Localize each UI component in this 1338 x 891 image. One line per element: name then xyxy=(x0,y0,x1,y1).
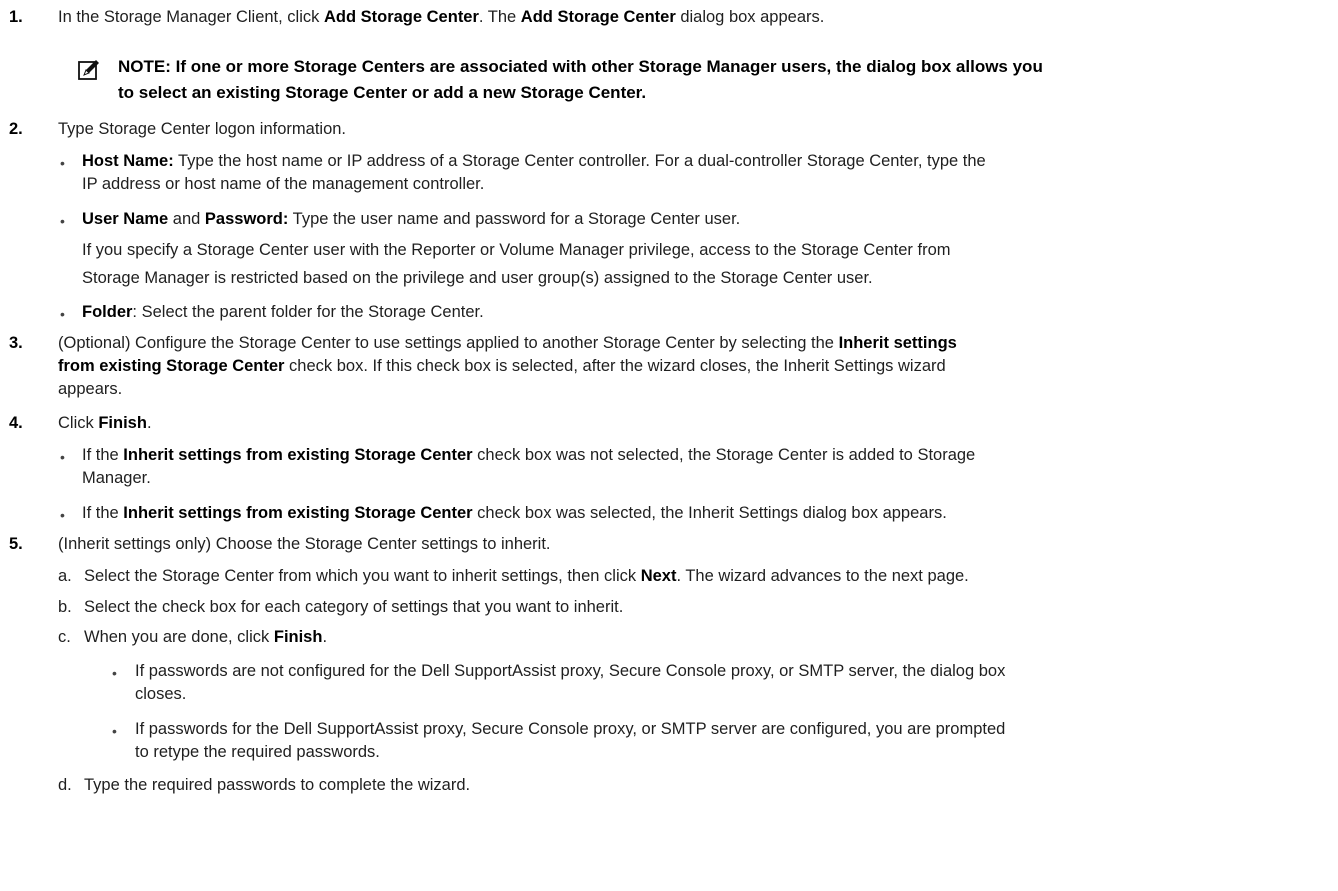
substep-c-bullet-2-line-1: If passwords for the Dell SupportAssist … xyxy=(135,720,1006,738)
note-text-line-2: to select an existing Storage Center or … xyxy=(118,83,647,102)
step-number: 3. xyxy=(9,334,23,352)
bullet: • xyxy=(112,665,117,681)
step-text: Click Finish. xyxy=(58,414,152,432)
substep-letter: c. xyxy=(58,628,71,646)
bullet: • xyxy=(60,306,65,322)
user-paragraph-line-1: If you specify a Storage Center user wit… xyxy=(82,241,951,259)
step-text-line-3: appears. xyxy=(58,380,123,398)
step-number: 1. xyxy=(9,8,23,26)
host-name-text-line-2: IP address or host name of the managemen… xyxy=(82,175,485,193)
substep-a-text: Select the Storage Center from which you… xyxy=(84,567,969,585)
substep-letter: a. xyxy=(58,567,72,585)
bullet-text-line-2: Manager. xyxy=(82,469,151,487)
bullet-text-line-1: If the Inherit settings from existing St… xyxy=(82,446,976,464)
substep-c-bullet-2-line-2: to retype the required passwords. xyxy=(135,743,380,761)
substep-letter: b. xyxy=(58,598,72,616)
substep-d-text: Type the required passwords to complete … xyxy=(84,776,471,794)
step-number: 5. xyxy=(9,535,23,553)
note-block: NOTE: If one or more Storage Centers are… xyxy=(0,54,1338,110)
step-text-line-1: (Optional) Configure the Storage Center … xyxy=(58,334,957,352)
folder-text: Folder: Select the parent folder for the… xyxy=(82,303,484,321)
step-number: 2. xyxy=(9,120,23,138)
note-text-line-1: NOTE: If one or more Storage Centers are… xyxy=(118,57,1043,76)
step-text: (Inherit settings only) Choose the Stora… xyxy=(58,535,551,553)
host-name-text: Host Name: Type the host name or IP addr… xyxy=(82,152,986,170)
bullet: • xyxy=(60,449,65,465)
step-text: Type Storage Center logon information. xyxy=(58,120,347,138)
bullet: • xyxy=(60,155,65,171)
user-name-text: User Name and Password: Type the user na… xyxy=(82,210,741,228)
bullet: • xyxy=(60,213,65,229)
bullet: • xyxy=(112,723,117,739)
bullet-text: If the Inherit settings from existing St… xyxy=(82,504,947,522)
bullet: • xyxy=(60,507,65,523)
substep-c-bullet-1-line-2: closes. xyxy=(135,685,187,703)
step-text: In the Storage Manager Client, click Add… xyxy=(58,8,825,26)
substep-c-bullet-1-line-1: If passwords are not configured for the … xyxy=(135,662,1006,680)
substep-letter: d. xyxy=(58,776,72,794)
step-text-line-2: from existing Storage Center check box. … xyxy=(58,357,946,375)
pencil-icon xyxy=(78,60,99,80)
substep-b-text: Select the check box for each category o… xyxy=(84,598,624,616)
step-number: 4. xyxy=(9,414,23,432)
user-paragraph-line-2: Storage Manager is restricted based on t… xyxy=(82,269,873,287)
substep-c-text: When you are done, click Finish. xyxy=(84,628,328,646)
